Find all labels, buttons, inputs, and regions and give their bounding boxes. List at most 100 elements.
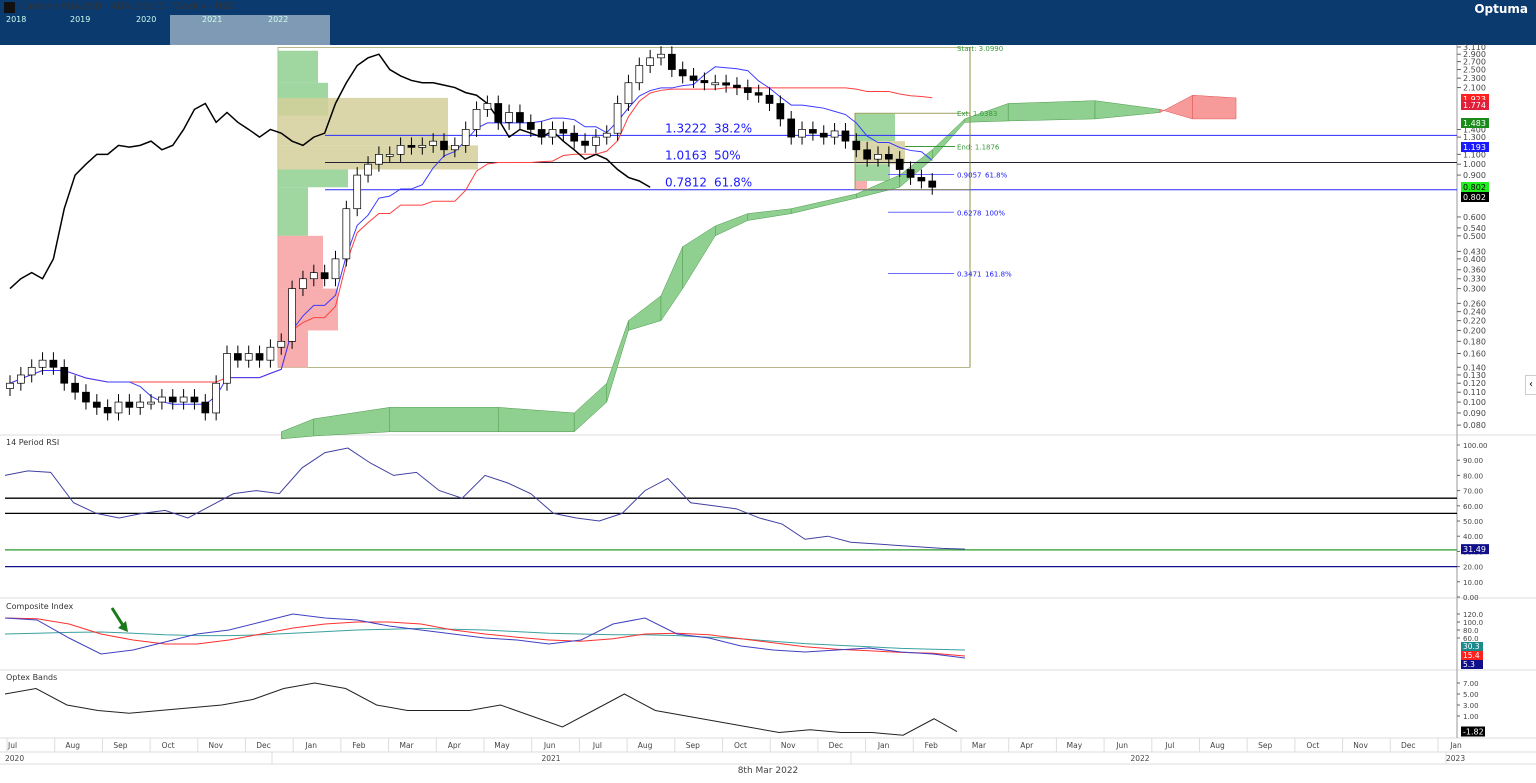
fib-ext-value: 0.6278 xyxy=(957,209,982,217)
rsi-title: 14 Period RSI xyxy=(6,438,59,447)
candle-body xyxy=(765,94,774,104)
price-tag-label: 1.774 xyxy=(1463,101,1486,110)
fib-value: 0.7812 xyxy=(665,176,707,190)
candle-body xyxy=(689,75,698,81)
month-label: Apr xyxy=(1020,741,1034,750)
ichimoku-cloud-segment xyxy=(1159,94,1193,120)
price-tick-label: 1.300 xyxy=(1463,133,1486,142)
collapse-panel-button[interactable]: ‹ xyxy=(1525,375,1536,395)
month-label: Jun xyxy=(1115,741,1128,750)
candle-body xyxy=(700,80,709,84)
fib-value: 1.0163 xyxy=(665,149,707,163)
candle-body xyxy=(71,382,79,393)
year-label: 2020 xyxy=(5,754,24,763)
rsi-tick-label: 50.00 xyxy=(1463,518,1483,526)
ichimoku-cloud-segment xyxy=(932,118,966,160)
ichimoku-cloud-segment xyxy=(682,225,716,290)
candle-body xyxy=(581,140,589,146)
candle-body xyxy=(798,129,806,138)
price-tick-label: 0.160 xyxy=(1463,350,1486,359)
candle-body xyxy=(114,401,123,414)
fib-ext-percent: 61.8% xyxy=(985,171,1008,179)
volume-profile-bar xyxy=(855,180,867,190)
candle-body xyxy=(255,353,264,361)
candle-body xyxy=(667,53,676,70)
candle-body xyxy=(809,129,817,134)
fib-percent: 61.8% xyxy=(714,176,752,190)
composite-tick-label: 100.0 xyxy=(1463,619,1483,627)
optex-tick-label: 7.00 xyxy=(1463,680,1479,688)
volume-profile-bar xyxy=(278,169,348,188)
year-label: 2023 xyxy=(1446,754,1465,763)
year-label: 2022 xyxy=(1130,754,1149,763)
candle-body xyxy=(375,154,383,165)
candle-body xyxy=(548,129,557,138)
chart-canvas[interactable]: 3.1102.9002.7002.5002.3002.1001.4001.300… xyxy=(0,0,1536,766)
month-label: Oct xyxy=(1306,741,1319,750)
candle-body xyxy=(830,130,839,138)
ichimoku-cloud-segment xyxy=(389,407,499,433)
price-tick-label: 1.000 xyxy=(1463,160,1486,169)
candle-body xyxy=(266,346,275,361)
fib-percent: 38.2% xyxy=(714,121,752,135)
optex-tick-label: 5.00 xyxy=(1463,691,1479,699)
price-tick-label: 0.110 xyxy=(1463,388,1486,397)
candle-body xyxy=(49,359,58,368)
candle-body xyxy=(299,278,307,289)
price-tag-label: 1.193 xyxy=(1463,143,1486,152)
footer-date: 8th Mar 2022 xyxy=(737,766,799,776)
month-label: Aug xyxy=(1210,741,1225,750)
candle-body xyxy=(884,154,893,160)
composite-index-line xyxy=(4,613,966,659)
volume-profile-bar xyxy=(278,288,338,331)
price-tick-label: 0.500 xyxy=(1463,232,1486,241)
fib-ext-percent: 161.8% xyxy=(985,271,1012,279)
rsi-tick-label: 10.00 xyxy=(1463,579,1483,587)
measure-box xyxy=(277,47,971,368)
candle-body xyxy=(38,359,47,368)
end-label: End: 1.1876 xyxy=(957,143,1000,151)
candle-body xyxy=(733,84,741,88)
rsi-tick-label: 80.00 xyxy=(1463,472,1483,480)
candle-body xyxy=(874,154,882,160)
volume-profile-bar xyxy=(855,164,890,181)
candle-body xyxy=(440,140,448,151)
candle-body xyxy=(570,132,579,142)
candle-body xyxy=(505,112,513,123)
rsi-tag-label: 31.49 xyxy=(1463,545,1486,554)
price-tag-label: 0.802 xyxy=(1463,183,1486,192)
optex-tag-label: -1.82 xyxy=(1463,728,1484,737)
ichimoku-cloud-segment xyxy=(747,208,792,221)
candle-body xyxy=(103,407,112,414)
month-label: Dec xyxy=(1401,741,1416,750)
tenkan-line xyxy=(9,66,933,405)
candle-body xyxy=(244,353,253,361)
month-label: Aug xyxy=(65,741,80,750)
candle-body xyxy=(385,154,394,157)
ichimoku-cloud-segment xyxy=(313,407,390,437)
volume-profile-bar xyxy=(278,50,318,83)
month-label: Sep xyxy=(1258,741,1272,750)
month-label: Nov xyxy=(1353,741,1368,750)
month-label: Oct xyxy=(734,741,747,750)
month-label: Sep xyxy=(113,741,127,750)
month-label: Oct xyxy=(162,741,175,750)
candle-body xyxy=(852,140,861,151)
composite-fast-ma-line xyxy=(4,617,966,657)
candle-body xyxy=(722,82,730,86)
rsi-tick-label: 100.00 xyxy=(1463,442,1488,450)
candle-body xyxy=(613,103,622,134)
candle-body xyxy=(483,103,492,110)
composite-tag-label: 15.4 xyxy=(1463,651,1480,660)
price-tick-label: 0.090 xyxy=(1463,409,1486,418)
fib-ext-value: 0.3471 xyxy=(957,271,982,279)
candle-body xyxy=(309,272,318,280)
candle-body xyxy=(743,87,752,93)
price-tick-label: 2.100 xyxy=(1463,84,1486,93)
price-tick-label: 0.200 xyxy=(1463,326,1486,335)
composite-tag-label: 5.3 xyxy=(1463,660,1475,669)
candle-body xyxy=(27,366,36,376)
price-tick-label: 0.100 xyxy=(1463,398,1486,407)
price-tick-label: 2.300 xyxy=(1463,74,1486,83)
candle-body xyxy=(407,145,416,148)
